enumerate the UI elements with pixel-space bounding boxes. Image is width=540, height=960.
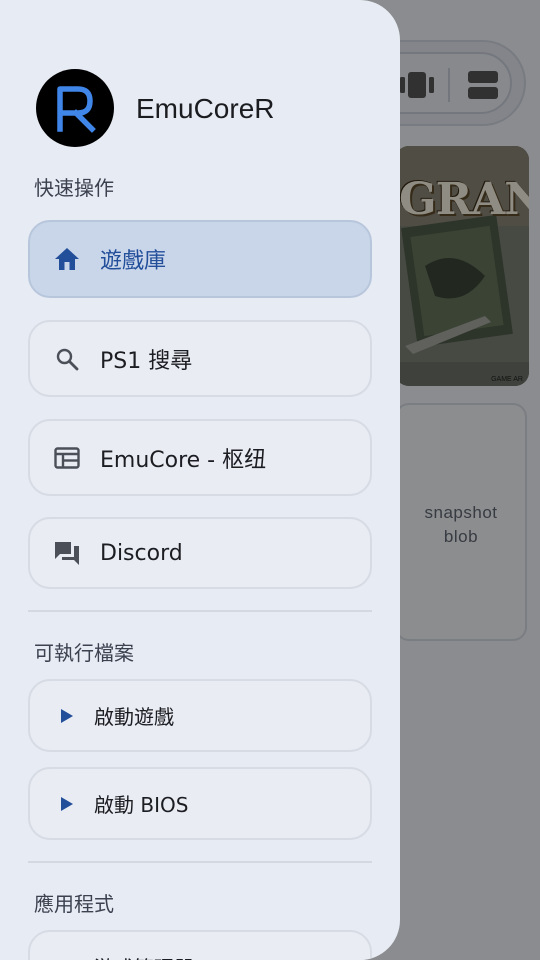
nav-item-label: 啟動遊戲 xyxy=(94,705,174,729)
play-icon xyxy=(56,789,78,819)
nav-item-label: 啟動 BIOS xyxy=(94,793,189,817)
app-logo-icon xyxy=(57,86,96,133)
app-name: EmuCoreR xyxy=(136,93,275,124)
nav-item-launch-game[interactable]: 啟動遊戲 xyxy=(28,679,372,752)
gamepad-icon xyxy=(56,952,78,960)
nav-item-discord[interactable]: Discord xyxy=(28,517,372,589)
play-icon xyxy=(56,701,78,731)
nav-item-label: Discord xyxy=(100,540,183,566)
nav-item-emucore-hub[interactable]: EmuCore - 枢纽 xyxy=(28,419,372,496)
section-label-executables: 可執行檔案 xyxy=(34,641,134,665)
nav-item-label: PS1 搜尋 xyxy=(100,348,193,374)
search-icon xyxy=(52,344,82,374)
nav-item-game-manager[interactable]: 游戏管理器 xyxy=(28,930,372,960)
nav-item-label: EmuCore - 枢纽 xyxy=(100,447,267,473)
chat-forum-icon xyxy=(52,538,82,568)
nav-item-label: 游戏管理器 xyxy=(94,952,194,960)
nav-item-label: 遊戲庫 xyxy=(100,249,167,274)
nav-item-launch-bios[interactable]: 啟動 BIOS xyxy=(28,767,372,840)
nav-item-ps1-search[interactable]: PS1 搜尋 xyxy=(28,320,372,397)
section-label-quick: 快速操作 xyxy=(34,176,114,200)
nav-item-library[interactable]: 遊戲庫 xyxy=(28,220,372,298)
navigation-drawer: EmuCoreR 快速操作 遊戲庫 PS1 搜尋 EmuCore - 枢纽 Di… xyxy=(0,0,400,960)
web-hub-icon xyxy=(52,443,82,473)
section-label-apps: 應用程式 xyxy=(34,892,114,916)
section-divider xyxy=(28,861,372,863)
app-logo-avatar xyxy=(36,69,114,147)
section-divider xyxy=(28,610,372,612)
home-icon xyxy=(52,244,82,274)
